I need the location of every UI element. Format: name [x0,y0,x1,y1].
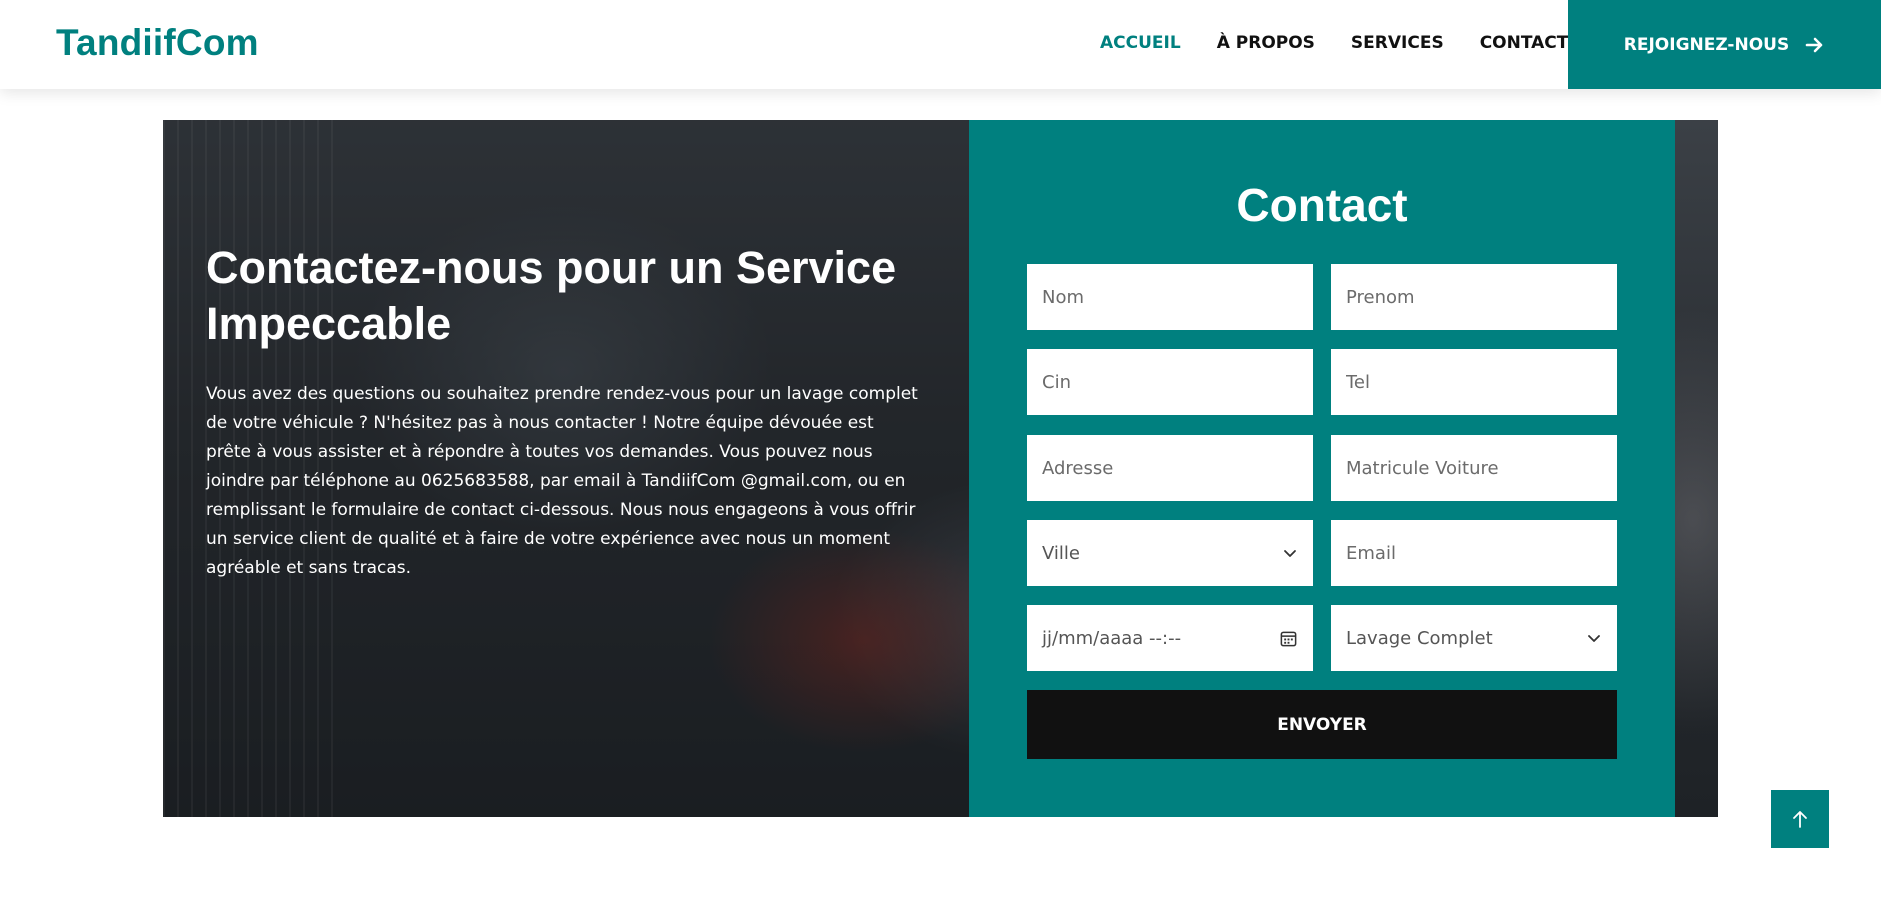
join-us-label: REJOIGNEZ-NOUS [1623,34,1790,55]
tel-field[interactable] [1331,349,1617,415]
calendar-icon[interactable] [1279,629,1298,648]
datetime-field[interactable]: jj/mm/aaaa --:-- [1027,605,1313,671]
hero-description: Vous avez des questions ou souhaitez pre… [206,384,918,578]
tel-input[interactable] [1346,349,1602,415]
service-select-value: Lavage Complet [1346,627,1493,649]
navbar: TandiifCom ACCUEIL À PROPOS SERVICES CON… [0,0,1881,89]
send-button[interactable]: ENVOYER [1027,690,1617,759]
nav-links: ACCUEIL À PROPOS SERVICES CONTACT [1100,33,1604,53]
cin-field[interactable] [1027,349,1313,415]
chevron-down-icon [1588,635,1600,642]
nom-input[interactable] [1042,264,1298,330]
prenom-field[interactable] [1331,264,1617,330]
ville-select-value: Ville [1042,542,1080,564]
contact-form-panel: Contact Ville jj/mm/aaaa - [969,120,1675,817]
arrow-up-icon [1793,811,1807,828]
brand-logo[interactable]: TandiifCom [56,22,259,64]
nav-item-a-propos[interactable]: À PROPOS [1217,33,1315,53]
contact-title: Contact [1236,179,1408,231]
prenom-input[interactable] [1346,264,1602,330]
service-select[interactable]: Lavage Complet [1331,605,1617,671]
chevron-down-icon [1284,550,1296,557]
hero-section: Contactez-nous pour un Service Impeccabl… [163,120,1718,817]
datetime-placeholder: jj/mm/aaaa --:-- [1042,627,1182,649]
email-input[interactable] [1346,520,1602,586]
back-to-top-button[interactable] [1771,790,1829,848]
hero-title: Contactez-nous pour un Service Impeccabl… [206,242,897,349]
matricule-input[interactable] [1346,435,1602,501]
nom-field[interactable] [1027,264,1313,330]
ville-select[interactable]: Ville [1027,520,1313,586]
nav-item-accueil[interactable]: ACCUEIL [1100,33,1181,53]
join-us-button[interactable]: REJOIGNEZ-NOUS [1568,0,1881,89]
nav-item-contact[interactable]: CONTACT [1480,33,1569,53]
matricule-field[interactable] [1331,435,1617,501]
arrow-right-icon [1805,37,1823,52]
adresse-input[interactable] [1042,435,1298,501]
cin-input[interactable] [1042,349,1298,415]
nav-item-services[interactable]: SERVICES [1351,33,1444,53]
adresse-field[interactable] [1027,435,1313,501]
email-field[interactable] [1331,520,1617,586]
